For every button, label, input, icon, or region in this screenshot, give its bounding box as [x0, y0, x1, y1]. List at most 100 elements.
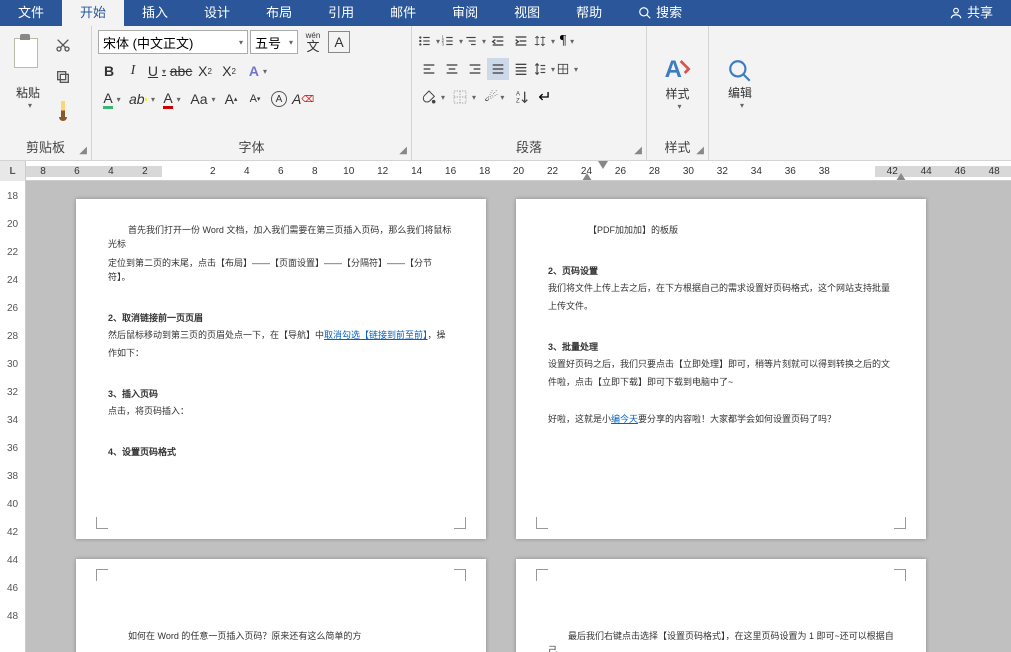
- heading: 4、设置页码格式: [108, 445, 454, 458]
- cut-button[interactable]: [52, 34, 74, 56]
- highlight-button[interactable]: A▾: [98, 88, 126, 110]
- align-right-button[interactable]: [464, 58, 486, 80]
- phonetic-guide-button[interactable]: wén文: [300, 31, 326, 53]
- show-hide-button[interactable]: ¶▾: [556, 30, 578, 52]
- heading: 3、批量处理: [548, 340, 894, 353]
- text-effects-button[interactable]: A▾: [242, 60, 274, 82]
- text: 首先我们打开一份 Word 文档，加入我们需要在第三页插入页码，那么我们将鼠标光…: [108, 223, 454, 252]
- search-button[interactable]: 搜索: [620, 0, 700, 26]
- link-uncheck[interactable]: 取消勾选【链接到前至前】: [324, 330, 428, 340]
- group-label-editing: [715, 137, 765, 158]
- page-2: 【PDF加加加】的板版 2、页码设置 我们将文件上传上去之后，在下方根据自己的需…: [516, 199, 926, 539]
- tab-review[interactable]: 审阅: [434, 0, 496, 26]
- decrease-indent-button[interactable]: [487, 30, 509, 52]
- format-painter-button[interactable]: [52, 98, 74, 120]
- styles-button[interactable]: A 样式▾: [653, 30, 702, 133]
- character-border-button[interactable]: A: [328, 31, 350, 53]
- document-area[interactable]: 首先我们打开一份 Word 文档，加入我们需要在第三页插入页码，那么我们将鼠标光…: [26, 181, 1011, 652]
- text: 件啦，点击【立即下载】即可下载到电脑中了~: [548, 375, 894, 389]
- tab-file[interactable]: 文件: [0, 0, 62, 26]
- menu-bar: 文件 开始 插入 设计 布局 引用 邮件 审阅 视图 帮助 搜索 共享: [0, 0, 1011, 26]
- strikethrough-button[interactable]: abc: [170, 60, 192, 82]
- asian-layout-button[interactable]: ▾: [533, 30, 555, 52]
- text: 设置好页码之后，我们只要点击【立即处理】即可，稍等片刻就可以得到转换之后的文: [548, 357, 894, 371]
- tab-layout[interactable]: 布局: [248, 0, 310, 26]
- heading: 3、插入页码: [108, 387, 454, 400]
- first-line-indent-marker[interactable]: [598, 161, 608, 169]
- ruler-vertical[interactable]: 18202224262830323436384042444648: [0, 181, 26, 652]
- align-center-button[interactable]: [441, 58, 463, 80]
- group-label-font: 字体: [98, 133, 405, 158]
- group-font: 宋体 (中文正文)▾ 五号▾ wén文 A B I U▾ abc X2 X2 A…: [92, 26, 412, 160]
- text: 作如下：: [108, 346, 454, 360]
- change-case-button[interactable]: Aa▾: [188, 88, 218, 110]
- shrink-font-button[interactable]: A▾: [244, 88, 266, 110]
- enclose-char-button[interactable]: A: [268, 88, 290, 110]
- align-justify-button[interactable]: [487, 58, 509, 80]
- text: 最后我们右键点击选择【设置页码格式】，在这里页码设置为 1 即可~还可以根据自己: [548, 629, 894, 652]
- borders-button[interactable]: ▾: [449, 86, 479, 108]
- link-editor[interactable]: 编今天: [611, 414, 638, 424]
- numbering-button[interactable]: 123▾: [441, 30, 463, 52]
- sort-button[interactable]: AZ: [511, 86, 533, 108]
- clipboard-dialog-launcher[interactable]: ◢: [79, 145, 87, 156]
- group-label-clipboard: 剪贴板: [6, 133, 85, 158]
- page-4: 最后我们右键点击选择【设置页码格式】，在这里页码设置为 1 即可~还可以根据自己: [516, 559, 926, 652]
- group-styles: A 样式▾ 样式 ◢: [647, 26, 709, 160]
- tab-mail[interactable]: 邮件: [372, 0, 434, 26]
- tab-insert[interactable]: 插入: [124, 0, 186, 26]
- tab-selector[interactable]: L: [0, 161, 26, 181]
- right-indent-marker[interactable]: [896, 173, 906, 180]
- page-1: 首先我们打开一份 Word 文档，加入我们需要在第三页插入页码，那么我们将鼠标光…: [76, 199, 486, 539]
- font-name-dropdown[interactable]: 宋体 (中文正文)▾: [98, 30, 248, 54]
- editing-button[interactable]: 编辑▾: [715, 30, 765, 137]
- tab-design[interactable]: 设计: [186, 0, 248, 26]
- hanging-indent-marker[interactable]: [582, 173, 592, 180]
- clipboard-icon: [12, 32, 44, 70]
- shading-button[interactable]: ▾: [418, 86, 448, 108]
- show-formatting-button[interactable]: ↵: [534, 86, 556, 108]
- ruler-horizontal[interactable]: L 86422468101214161820222426283032343638…: [0, 161, 1011, 181]
- bullets-button[interactable]: ▾: [418, 30, 440, 52]
- highlight-color-button[interactable]: ab▾: [128, 88, 156, 110]
- svg-text:A: A: [516, 92, 520, 98]
- group-clipboard: 粘贴 ▾ 剪贴板 ◢: [0, 26, 92, 160]
- tab-home[interactable]: 开始: [62, 0, 124, 26]
- svg-text:A: A: [664, 56, 681, 83]
- font-color-button[interactable]: A▾: [158, 88, 186, 110]
- styles-dialog-launcher[interactable]: ◢: [696, 145, 704, 156]
- paragraph-dialog-launcher[interactable]: ◢: [634, 145, 642, 156]
- font-size-dropdown[interactable]: 五号▾: [250, 30, 298, 54]
- text: 我们将文件上传上去之后，在下方根据自己的需求设置好页码格式，这个网站支持批量: [548, 281, 894, 295]
- align-left-button[interactable]: [418, 58, 440, 80]
- line-spacing-button[interactable]: ▾: [533, 58, 555, 80]
- svg-text:3: 3: [442, 42, 445, 47]
- text: 【PDF加加加】的板版: [548, 223, 894, 237]
- tab-view[interactable]: 视图: [496, 0, 558, 26]
- bold-button[interactable]: B: [98, 60, 120, 82]
- tab-references[interactable]: 引用: [310, 0, 372, 26]
- heading: 2、取消链接前一页页眉: [108, 311, 454, 324]
- italic-button[interactable]: I: [122, 60, 144, 82]
- clear-formatting-button[interactable]: A⌫: [292, 88, 314, 110]
- grow-font-button[interactable]: A▴: [220, 88, 242, 110]
- superscript-button[interactable]: X2: [218, 60, 240, 82]
- copy-button[interactable]: [52, 66, 74, 88]
- multilevel-list-button[interactable]: ▾: [464, 30, 486, 52]
- share-button[interactable]: 共享: [931, 0, 1011, 26]
- increase-indent-button[interactable]: [510, 30, 532, 52]
- ruler-ticks: 8642246810121416182022242628303234363842…: [26, 161, 1011, 180]
- group-label-styles: 样式: [653, 133, 702, 158]
- group-editing: 编辑▾: [709, 26, 771, 160]
- tab-help[interactable]: 帮助: [558, 0, 620, 26]
- align-distributed-button[interactable]: [510, 58, 532, 80]
- subscript-button[interactable]: X2: [194, 60, 216, 82]
- page-3: 如何在 Word 的任意一页插入页码？原来还有这么简单的方: [76, 559, 486, 652]
- group-label-paragraph: 段落: [418, 133, 640, 158]
- underline-button[interactable]: U▾: [146, 60, 168, 82]
- font-dialog-launcher[interactable]: ◢: [399, 145, 407, 156]
- char-scaling-button[interactable]: ☄▾: [480, 86, 510, 108]
- paste-button[interactable]: 粘贴 ▾: [6, 30, 50, 112]
- snap-to-grid-button[interactable]: ▾: [556, 58, 578, 80]
- text: 如何在 Word 的任意一页插入页码？原来还有这么简单的方: [108, 629, 454, 643]
